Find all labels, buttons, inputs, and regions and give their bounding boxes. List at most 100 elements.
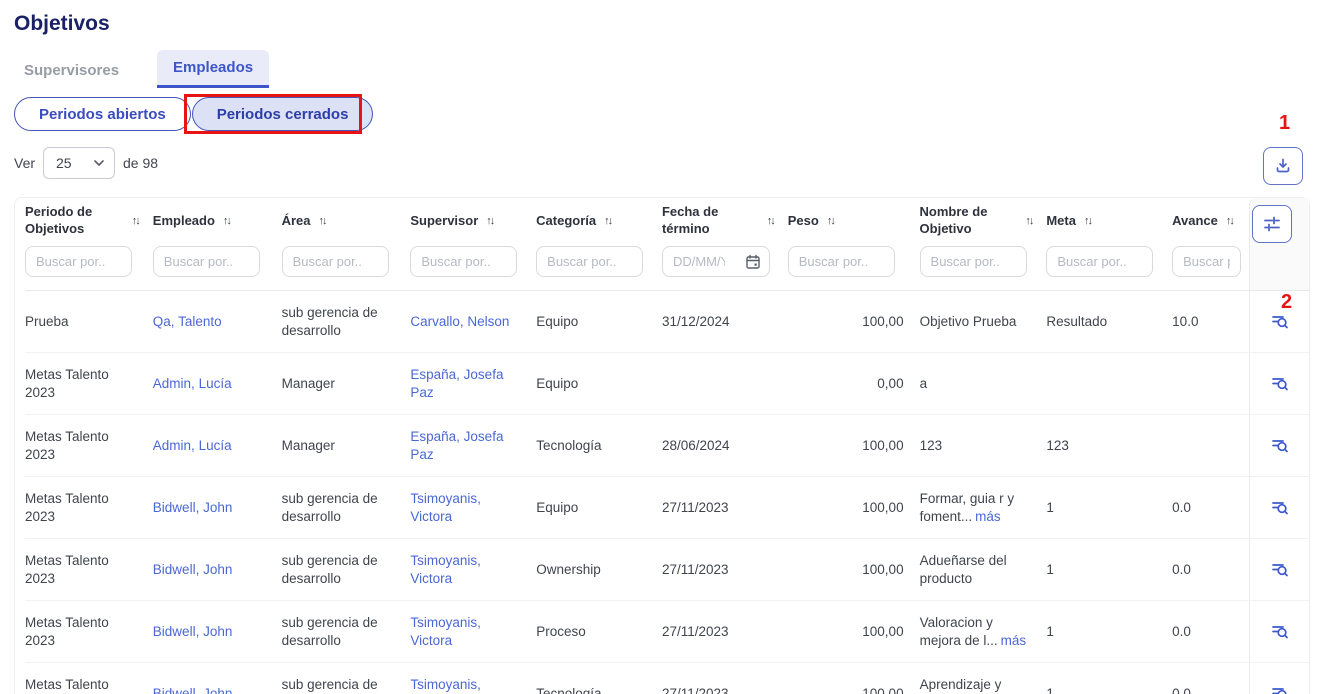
cell-fecha: 27/11/2023 bbox=[662, 663, 788, 694]
cell-nombre: Objetivo Prueba bbox=[920, 291, 1047, 352]
table-header: Periodo de Objetivos↑↓ Empleado↑↓ Área↑↓… bbox=[25, 198, 1309, 291]
supervisor-link[interactable]: España, Josefa Paz bbox=[410, 429, 503, 462]
periodos-cerrados-button[interactable]: Periodos cerrados bbox=[192, 97, 374, 131]
row-detail-button[interactable] bbox=[1266, 680, 1294, 694]
cell-supervisor: Tsimoyanis, Victora bbox=[410, 477, 536, 538]
date-filter-input[interactable]: DD/MM/YYYY bbox=[662, 246, 770, 277]
sort-icon[interactable]: ↑↓ bbox=[1226, 215, 1233, 227]
cell-periodo: Prueba bbox=[25, 291, 153, 352]
supervisor-link[interactable]: Tsimoyanis, Victora bbox=[410, 491, 481, 524]
sort-icon[interactable]: ↑↓ bbox=[223, 215, 230, 227]
row-actions-cell bbox=[1249, 539, 1309, 600]
cell-fecha: 27/11/2023 bbox=[662, 601, 788, 662]
nombre-value: a bbox=[920, 376, 928, 391]
empleado-link[interactable]: Bidwell, John bbox=[153, 562, 233, 577]
search-input-peso[interactable] bbox=[788, 246, 895, 277]
cell-empleado: Bidwell, John bbox=[153, 663, 282, 694]
periodo-value: Metas Talento 2023 bbox=[25, 429, 109, 462]
row-actions-cell bbox=[1249, 415, 1309, 476]
sort-icon[interactable]: ↑↓ bbox=[827, 215, 834, 227]
sort-icon[interactable]: ↑↓ bbox=[767, 215, 774, 227]
sort-icon[interactable]: ↑↓ bbox=[486, 215, 493, 227]
periodos-abiertos-button[interactable]: Periodos abiertos bbox=[14, 97, 191, 131]
fecha-value: 27/11/2023 bbox=[662, 562, 729, 577]
periodo-value: Metas Talento 2023 bbox=[25, 367, 109, 400]
search-input-periodo[interactable] bbox=[25, 246, 132, 277]
search-input-supervisor[interactable] bbox=[410, 246, 517, 277]
peso-value: 0,00 bbox=[877, 376, 903, 391]
search-input-area[interactable] bbox=[282, 246, 389, 277]
avance-value: 10.0 bbox=[1172, 314, 1198, 329]
supervisor-link[interactable]: Tsimoyanis, Victora bbox=[410, 553, 481, 586]
meta-value: 1 bbox=[1046, 562, 1054, 577]
sort-icon[interactable]: ↑↓ bbox=[319, 215, 326, 227]
search-input-avance[interactable] bbox=[1172, 246, 1241, 277]
fecha-value: 27/11/2023 bbox=[662, 624, 729, 639]
cell-supervisor: Carvallo, Nelson bbox=[410, 291, 536, 352]
table-body: PruebaQa, Talento sub gerencia de desarro… bbox=[25, 291, 1309, 694]
peso-value: 100,00 bbox=[862, 686, 903, 694]
table-row: Metas Talento 2023Bidwell, Johnsub geren… bbox=[25, 539, 1309, 601]
row-actions-cell bbox=[1249, 291, 1309, 352]
cell-peso: 100,00 bbox=[788, 291, 920, 352]
supervisor-link[interactable]: Tsimoyanis, Victora bbox=[410, 615, 481, 648]
more-link[interactable]: más bbox=[975, 509, 1001, 524]
cell-nombre: Formar, guia r y foment...más bbox=[920, 477, 1047, 538]
sort-icon[interactable]: ↑↓ bbox=[1084, 215, 1091, 227]
row-detail-button[interactable] bbox=[1266, 432, 1294, 460]
supervisor-link[interactable]: Carvallo, Nelson bbox=[410, 314, 509, 329]
sort-icon[interactable]: ↑↓ bbox=[1025, 215, 1032, 227]
empleado-link[interactable]: Bidwell, John bbox=[153, 624, 233, 639]
nombre-value: Aprendizaje y aplicació... bbox=[920, 677, 1002, 694]
cell-meta: 1 bbox=[1046, 601, 1172, 662]
tab-supervisores[interactable]: Supervisores bbox=[24, 53, 119, 88]
cell-peso: 100,00 bbox=[788, 539, 920, 600]
search-input-categoria[interactable] bbox=[536, 246, 643, 277]
empleado-link[interactable]: Admin, Lucía bbox=[153, 376, 232, 391]
sort-icon[interactable]: ↑↓ bbox=[604, 215, 611, 227]
row-detail-button[interactable] bbox=[1266, 556, 1294, 584]
cell-fecha: 27/11/2023 bbox=[662, 477, 788, 538]
column-settings-button[interactable] bbox=[1252, 205, 1292, 243]
more-link[interactable]: más bbox=[1001, 633, 1027, 648]
periodo-value: Metas Talento 2023 bbox=[25, 677, 109, 694]
column-fecha-termino: Fecha de término↑↓ DD/MM/YYYY bbox=[662, 198, 788, 290]
cell-area: sub gerencia de desarrollo bbox=[282, 291, 411, 352]
cell-peso: 100,00 bbox=[788, 415, 920, 476]
cell-area: sub gerencia de desarrollo bbox=[282, 601, 411, 662]
download-button[interactable] bbox=[1263, 147, 1303, 185]
cell-fecha: 28/06/2024 bbox=[662, 415, 788, 476]
column-label-avance: Avance bbox=[1172, 213, 1218, 230]
row-detail-button[interactable] bbox=[1266, 370, 1294, 398]
supervisor-link[interactable]: España, Josefa Paz bbox=[410, 367, 503, 400]
cell-periodo: Metas Talento 2023 bbox=[25, 663, 153, 694]
peso-value: 100,00 bbox=[862, 562, 903, 577]
column-supervisor: Supervisor↑↓ bbox=[410, 198, 536, 290]
column-label-peso: Peso bbox=[788, 213, 819, 230]
sort-icon[interactable]: ↑↓ bbox=[132, 215, 139, 227]
empleado-link[interactable]: Qa, Talento bbox=[153, 314, 222, 329]
cell-periodo: Metas Talento 2023 bbox=[25, 601, 153, 662]
search-input-meta[interactable] bbox=[1046, 246, 1153, 277]
categoria-value: Tecnología bbox=[536, 686, 601, 694]
row-detail-button[interactable] bbox=[1266, 618, 1294, 646]
empleado-link[interactable]: Bidwell, John bbox=[153, 500, 233, 515]
supervisor-link[interactable]: Tsimoyanis, Victora bbox=[410, 677, 481, 694]
search-input-empleado[interactable] bbox=[153, 246, 260, 277]
cell-avance: 0.0 bbox=[1172, 477, 1249, 538]
row-detail-button[interactable] bbox=[1266, 494, 1294, 522]
empleado-link[interactable]: Admin, Lucía bbox=[153, 438, 232, 453]
cell-avance bbox=[1172, 415, 1249, 476]
empleado-link[interactable]: Bidwell, John bbox=[153, 686, 233, 694]
cell-categoria: Ownership bbox=[536, 539, 662, 600]
table-row: Metas Talento 2023Bidwell, John sub geren… bbox=[25, 601, 1309, 663]
nombre-value: Adueñarse del producto bbox=[920, 553, 1007, 586]
column-meta: Meta↑↓ bbox=[1046, 198, 1172, 290]
periodo-value: Metas Talento 2023 bbox=[25, 491, 109, 524]
peso-value: 100,00 bbox=[862, 624, 903, 639]
tab-empleados[interactable]: Empleados bbox=[157, 50, 269, 88]
column-actions bbox=[1249, 198, 1309, 290]
search-input-nombre[interactable] bbox=[920, 246, 1027, 277]
cell-categoria: Tecnología bbox=[536, 415, 662, 476]
page-size-select[interactable]: 25 bbox=[43, 147, 115, 179]
